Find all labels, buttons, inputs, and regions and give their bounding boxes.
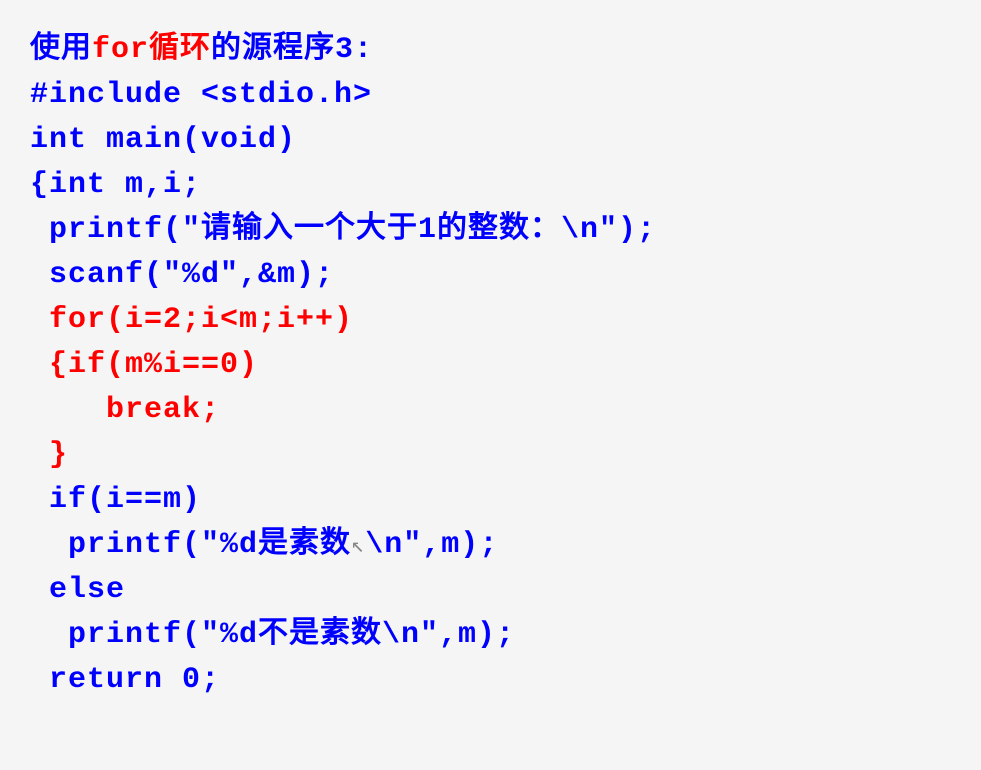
code-line-break: break; xyxy=(30,388,981,433)
code-line-printf-notprime: printf("%d不是素数\n",m); xyxy=(30,613,981,658)
code-line-for: for(i=2;i<m;i++) xyxy=(30,298,981,343)
code-line-main: int main(void) xyxy=(30,118,981,163)
title-prefix: 使用 xyxy=(30,33,92,67)
title-highlight: for循环 xyxy=(92,33,211,67)
code-line-decl: {int m,i; xyxy=(30,163,981,208)
code-line-else: else xyxy=(30,568,981,613)
code-line-printf-prime: printf("%d是素数↖\n",m); xyxy=(30,523,981,568)
code-line-if-eq: if(i==m) xyxy=(30,478,981,523)
code-line-return: return 0; xyxy=(30,658,981,703)
code-line-include: #include <stdio.h> xyxy=(30,73,981,118)
code-line-if-mod: {if(m%i==0) xyxy=(30,343,981,388)
title-suffix: 的源程序3: xyxy=(211,33,373,67)
code-line-scanf: scanf("%d",&m); xyxy=(30,253,981,298)
code-line-printf-prompt: printf("请输入一个大于1的整数：\n"); xyxy=(30,208,981,253)
code-line-closebrace: } xyxy=(30,433,981,478)
title-line: 使用for循环的源程序3: xyxy=(30,28,981,73)
cursor-icon: ↖ xyxy=(351,530,365,563)
